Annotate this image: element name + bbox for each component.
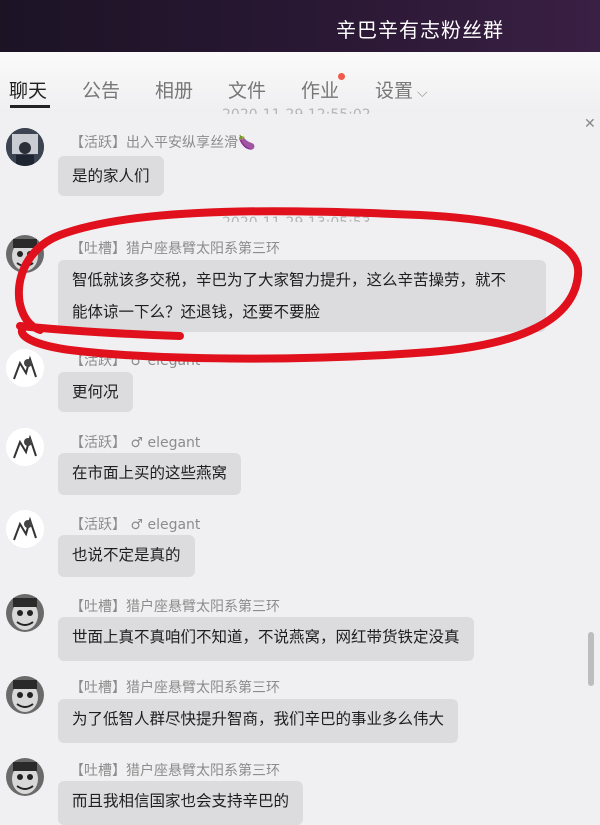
message-sender: 【活跃】 ♂ elegant — [70, 432, 200, 452]
active-tab-indicator — [10, 105, 50, 108]
male-icon: ♂ — [130, 435, 144, 451]
avatar-joker-icon — [6, 758, 44, 796]
avatar-joker-icon — [6, 594, 44, 632]
message-line: 智低就该多交税，辛巴为了大家智力提升，这么辛苦操劳，就不 — [72, 271, 507, 289]
tab-settings[interactable]: 设置 ⌵ — [375, 76, 428, 103]
member-tag: 【活跃】 — [70, 435, 126, 451]
message-sender: 【吐槽】猎户座悬臂太阳系第三环 — [70, 760, 280, 780]
sender-name[interactable]: 猎户座悬臂太阳系第三环 — [126, 241, 280, 257]
notification-dot — [338, 73, 345, 80]
message-bubble: 在市面上买的这些燕窝 — [58, 453, 242, 495]
message-sender: 【活跃】 ♂ elegant — [70, 514, 200, 534]
avatar[interactable] — [6, 428, 44, 466]
avatar-sketch-icon — [6, 428, 44, 466]
avatar[interactable] — [6, 758, 44, 796]
avatar-photo-icon — [6, 128, 44, 166]
timestamp: 2020-11-29 13:05:53 — [222, 212, 371, 222]
message-bubble: 世面上真不真咱们不知道，不说燕窝，网红带货铁定没真 — [58, 617, 474, 661]
message-bubble: 智低就该多交税，辛巴为了大家智力提升，这么辛苦操劳，就不 能体谅一下么？还退钱，还… — [58, 260, 546, 332]
title-bar: 辛巴辛有志粉丝群 — [0, 0, 600, 52]
timestamp: 2020-11-29 12:55:02 — [222, 104, 371, 114]
avatar[interactable] — [6, 128, 44, 166]
sender-name[interactable]: 猎户座悬臂太阳系第三环 — [126, 680, 280, 696]
message-sender: 【活跃】 ♂ elegant — [70, 350, 200, 370]
sender-name[interactable]: 出入平安纵享丝滑🍆 — [126, 135, 255, 151]
avatar[interactable] — [6, 676, 44, 714]
message-bubble: 更何况 — [58, 372, 133, 412]
message-sender: 【吐槽】猎户座悬臂太阳系第三环 — [70, 238, 280, 258]
avatar-joker-icon — [6, 676, 44, 714]
tab-bar: 聊天 公告 相册 文件 作业 设置 ⌵ — [0, 52, 600, 112]
avatar[interactable] — [6, 235, 44, 273]
tab-homework[interactable]: 作业 — [301, 76, 339, 103]
male-icon: ♂ — [130, 353, 144, 369]
avatar[interactable] — [6, 349, 44, 387]
chevron-down-icon: ⌵ — [417, 85, 428, 101]
tab-settings-label: 设置 — [375, 80, 414, 102]
tab-announcement[interactable]: 公告 — [82, 76, 120, 103]
member-tag: 【活跃】 — [70, 517, 126, 533]
sender-name[interactable]: elegant — [147, 353, 200, 369]
message-bubble: 而且我相信国家也会支持辛巴的 — [58, 781, 304, 825]
message-bubble: 也说不定是真的 — [58, 535, 195, 577]
sender-name[interactable]: elegant — [147, 435, 200, 451]
avatar[interactable] — [6, 510, 44, 548]
tab-files[interactable]: 文件 — [228, 76, 266, 103]
sender-name[interactable]: 猎户座悬臂太阳系第三环 — [126, 763, 280, 779]
close-icon[interactable]: ✕ — [584, 116, 596, 132]
avatar-sketch-icon — [6, 510, 44, 548]
tab-album[interactable]: 相册 — [155, 76, 193, 103]
member-tag: 【活跃】 — [70, 353, 126, 369]
message-line: 能体谅一下么？还退钱，还要不要脸 — [72, 303, 321, 321]
avatar[interactable] — [6, 594, 44, 632]
tab-chat[interactable]: 聊天 — [9, 76, 47, 103]
sender-name[interactable]: elegant — [147, 517, 200, 533]
male-icon: ♂ — [130, 517, 144, 533]
member-tag: 【吐槽】 — [70, 680, 126, 696]
sender-name[interactable]: 猎户座悬臂太阳系第三环 — [126, 599, 280, 615]
message-bubble: 为了低智人群尽快提升智商，我们辛巴的事业多么伟大 — [58, 699, 459, 743]
member-tag: 【吐槽】 — [70, 763, 126, 779]
message-sender: 【吐槽】猎户座悬臂太阳系第三环 — [70, 677, 280, 697]
member-tag: 【吐槽】 — [70, 599, 126, 615]
member-tag: 【活跃】 — [70, 135, 126, 151]
member-tag: 【吐槽】 — [70, 241, 126, 257]
scrollbar[interactable] — [588, 632, 594, 686]
message-sender: 【活跃】出入平安纵享丝滑🍆 — [70, 132, 255, 152]
message-sender: 【吐槽】猎户座悬臂太阳系第三环 — [70, 596, 280, 616]
group-title: 辛巴辛有志粉丝群 — [336, 18, 504, 42]
message-bubble: 是的家人们 — [58, 156, 164, 196]
avatar-joker-icon — [6, 235, 44, 273]
avatar-sketch-icon — [6, 349, 44, 387]
